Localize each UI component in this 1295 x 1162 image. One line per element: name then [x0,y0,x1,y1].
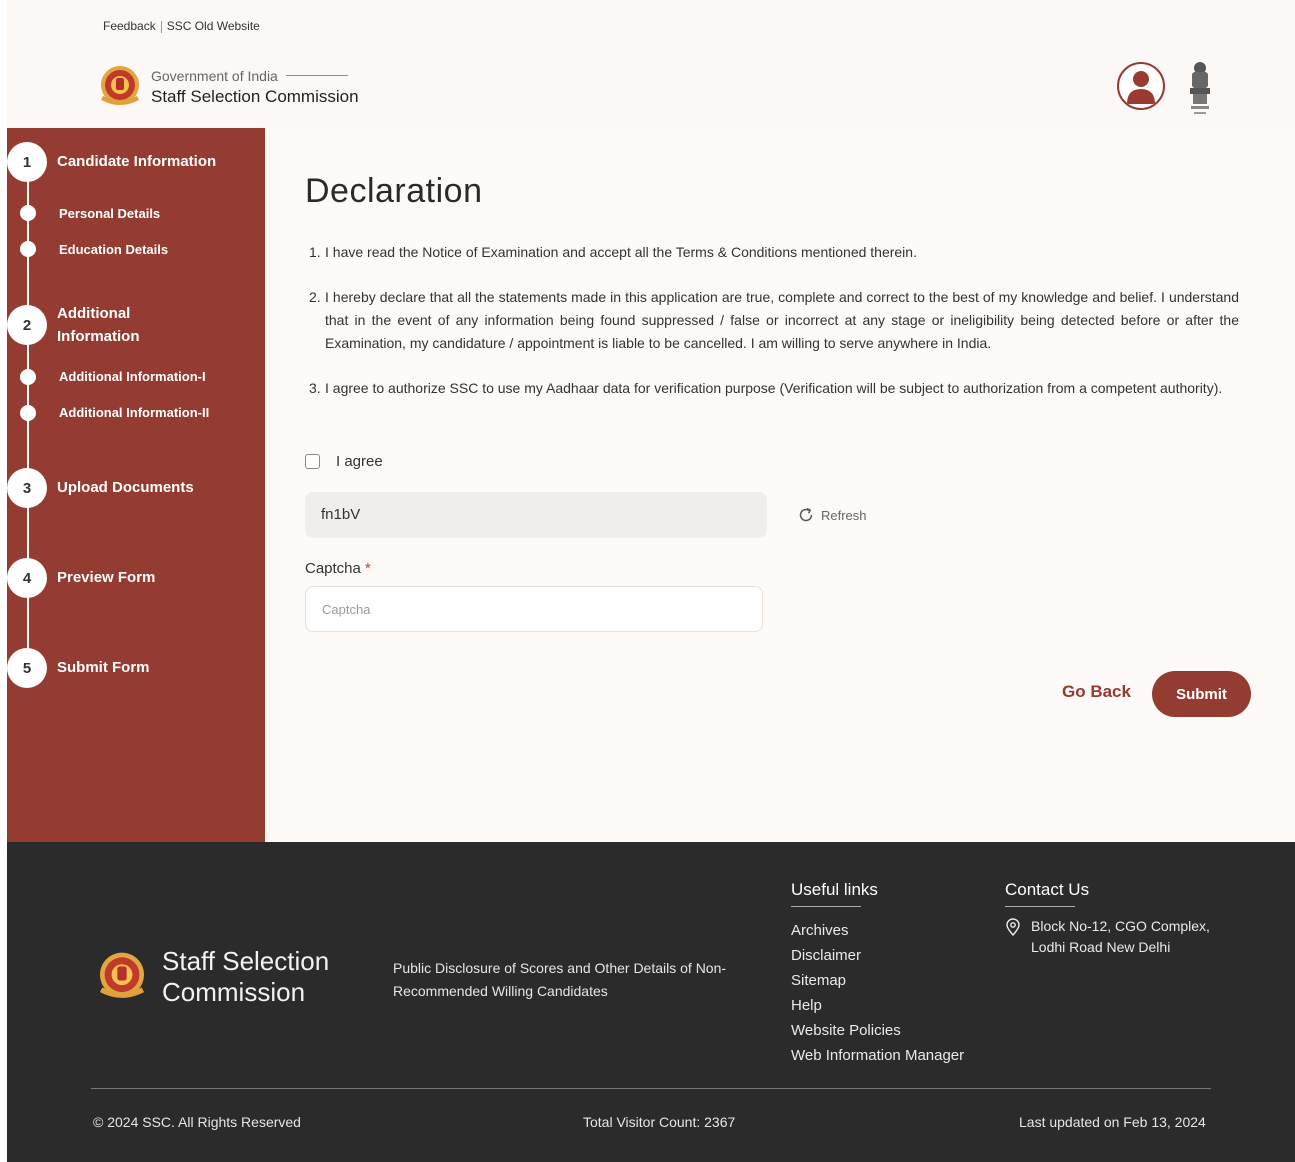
site-header: Feedback SSC Old Website Government of I… [7,0,1295,128]
step-additional-information[interactable]: Additional Information [57,302,167,348]
refresh-icon [799,507,813,522]
old-website-link[interactable]: SSC Old Website [162,19,265,33]
contact-heading: Contact Us [1005,880,1089,907]
site-footer: Staff Selection Commission Public Disclo… [7,842,1295,1162]
gov-label: Government of India [151,68,359,84]
step-3-circle[interactable]: 3 [7,468,47,508]
agree-label[interactable]: I agree [336,453,383,470]
agree-checkbox[interactable] [305,454,320,469]
substep-additional-information-1[interactable]: Additional Information-I [59,369,206,384]
page-title: Declaration [305,172,483,210]
visitor-count: Total Visitor Count: 2367 [583,1114,736,1130]
national-emblem-icon [1190,62,1210,114]
useful-links-list: Archives Disclaimer Sitemap Help Website… [791,918,964,1068]
captcha-input[interactable] [305,586,763,632]
footer-link-sitemap[interactable]: Sitemap [791,968,964,993]
step-2-circle[interactable]: 2 [7,305,47,345]
copyright: © 2024 SSC. All Rights Reserved [93,1114,301,1130]
step-submit-form[interactable]: Submit Form [57,656,150,679]
refresh-captcha-button[interactable]: Refresh [797,506,867,524]
substep-education-details[interactable]: Education Details [59,242,168,257]
footer-link-help[interactable]: Help [791,993,964,1018]
org-name: Staff Selection Commission [151,86,359,106]
location-pin-icon [1006,918,1020,936]
step-upload-documents[interactable]: Upload Documents [57,476,194,499]
substep-dot [20,369,36,385]
substep-dot [20,241,36,257]
footer-link-disclaimer[interactable]: Disclaimer [791,943,964,968]
substep-dot [20,205,36,221]
user-avatar-icon[interactable] [1117,62,1165,110]
footer-divider [91,1088,1211,1089]
declaration-item: 1. I have read the Notice of Examination… [309,244,917,260]
captcha-code-display: fn1bV [305,492,767,538]
footer-brand: Staff Selection Commission [162,946,330,1007]
step-5-circle[interactable]: 5 [7,648,47,688]
declaration-panel: Declaration 1. I have read the Notice of… [265,128,1295,842]
substep-personal-details[interactable]: Personal Details [59,206,160,221]
step-candidate-information[interactable]: Candidate Information [57,150,216,173]
useful-links-heading: Useful links [791,880,878,907]
agree-row[interactable]: I agree [305,453,383,470]
last-updated: Last updated on Feb 13, 2024 [1019,1114,1206,1130]
public-disclosure-link[interactable]: Public Disclosure of Scores and Other De… [393,957,753,1003]
declaration-item: 2. I hereby declare that all the stateme… [309,289,1239,351]
feedback-link[interactable]: Feedback [98,19,161,33]
progress-sidebar: 1 Candidate Information Personal Details… [7,128,265,842]
submit-button[interactable]: Submit [1152,671,1251,717]
substep-dot [20,405,36,421]
footer-link-archives[interactable]: Archives [791,918,964,943]
step-4-circle[interactable]: 4 [7,558,47,598]
captcha-label: Captcha * [305,560,371,577]
declaration-item: 3. I agree to authorize SSC to use my Aa… [309,380,1223,396]
footer-link-web-information-manager[interactable]: Web Information Manager [791,1043,964,1068]
step-1-circle[interactable]: 1 [7,142,47,182]
ssc-emblem-icon [101,66,139,105]
go-back-button[interactable]: Go Back [1062,682,1131,702]
ssc-emblem-icon [99,952,145,998]
footer-link-website-policies[interactable]: Website Policies [791,1018,964,1043]
substep-additional-information-2[interactable]: Additional Information-II [59,405,209,420]
contact-address: Block No-12, CGO Complex, Lodhi Road New… [1005,916,1210,958]
step-preview-form[interactable]: Preview Form [57,566,155,589]
brand[interactable]: Government of India Staff Selection Comm… [95,62,359,112]
top-links: Feedback SSC Old Website [98,19,265,33]
